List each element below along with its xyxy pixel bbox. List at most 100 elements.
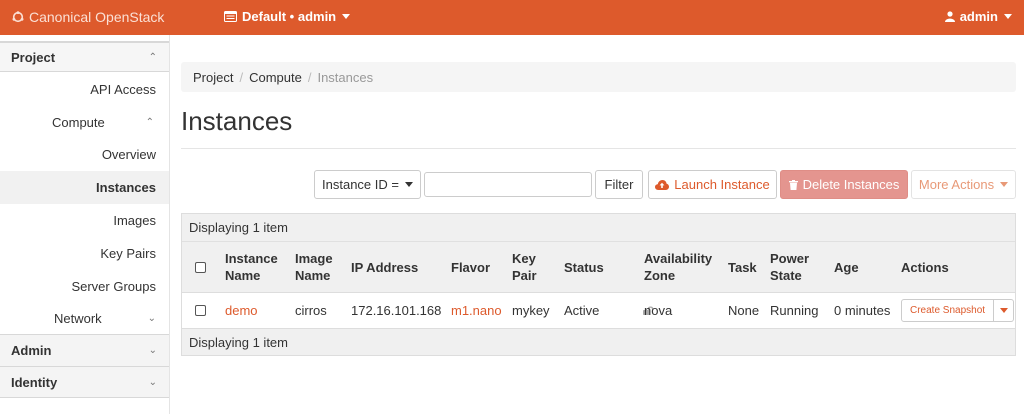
sidebar-item-overview[interactable]: Overview [0,138,169,171]
table-toolbar: Instance ID = Filter Launch Instance Del… [181,170,1016,200]
sidebar-section-identity[interactable]: Identity ⌄ [0,367,169,398]
sidebar-item-label: Network [54,311,102,326]
header-actions: Actions [901,259,949,275]
breadcrumb-compute[interactable]: Compute [249,70,302,85]
create-snapshot-button[interactable]: Create Snapshot [901,299,995,322]
header-availability-zone[interactable]: Availability Zone [644,242,724,292]
row-checkbox-cell [195,293,206,328]
chevron-down-icon: ⌄ [147,313,156,324]
launch-instance-button[interactable]: Launch Instance [648,170,777,199]
sidebar-item-api-access[interactable]: API Access [0,72,169,106]
instance-name-link[interactable]: demo [225,293,258,328]
chevron-up-icon: ⌃ [148,51,157,63]
image-name-cell: cirros [295,303,327,318]
sidebar-item-label: Images [113,213,156,228]
header-status[interactable]: Status [564,242,604,292]
sidebar-item-label: Server Groups [71,279,156,294]
availability-zone-cell: nova [644,303,673,318]
key-pair-cell: mykey [512,303,550,318]
sidebar-item-label: Overview [101,147,156,162]
delete-instances-label: Delete Instances [802,177,900,192]
header-age[interactable]: Age [834,242,859,292]
header-task[interactable]: Task [728,242,757,292]
chevron-down-icon [404,182,413,187]
breadcrumb-separator: / [307,69,312,85]
sidebar-section-label: Identity [11,374,58,390]
filter-input[interactable] [424,172,592,197]
task-cell: None [728,303,760,318]
sidebar-section-label: Admin [11,343,52,358]
sidebar-item-key-pairs[interactable]: Key Pairs [0,237,169,270]
header-flavor[interactable]: Flavor [451,242,490,292]
status-cell: Active [564,293,654,328]
sidebar-group-compute[interactable]: Compute ⌃ [0,106,169,138]
sidebar-item-server-groups[interactable]: Server Groups [0,270,169,303]
sidebar-item-instances[interactable]: Instances [0,171,169,204]
cloud-upload-icon [655,179,670,190]
breadcrumb-project[interactable]: Project [193,70,233,85]
flavor-link[interactable]: m1.nano [451,293,502,328]
trash-icon [788,179,798,190]
table-row: demo cirros 172.16.101.168 m1.nano mykey… [182,292,1015,328]
filter-button[interactable]: Filter [595,170,643,199]
sidebar-item-label: Key Pairs [100,246,156,261]
row-actions-group: Create Snapshot [901,299,1015,322]
sidebar-divider [0,35,169,42]
sidebar-item-label: Compute [52,114,105,130]
header-power-state[interactable]: Power State [770,242,815,292]
page-title: Instances [181,106,293,136]
select-all-checkbox[interactable] [195,261,206,273]
more-actions-label: More Actions [918,177,995,192]
breadcrumb-separator: / [239,69,244,85]
user-icon [944,11,955,22]
chevron-up-icon: ⌃ [145,116,154,128]
sidebar-section-admin[interactable]: Admin ⌄ [0,334,169,367]
launch-instance-label: Launch Instance [674,177,770,192]
brand-name: Canonical OpenStack [29,9,165,25]
title-divider [181,148,1016,149]
openstack-logo-icon [12,11,24,23]
user-menu[interactable]: admin [944,9,1012,24]
select-all-checkbox-cell [195,242,206,292]
table-header-row: Instance Name Image Name IP Address Flav… [182,241,1015,292]
chevron-down-icon: ⌄ [148,345,157,356]
row-actions-dropdown[interactable] [994,299,1015,322]
row-checkbox[interactable] [195,305,206,316]
header-ip-address[interactable]: IP Address [351,242,418,292]
header-key-pair[interactable]: Key Pair [512,242,547,292]
more-actions-dropdown[interactable]: More Actions [911,170,1016,199]
filter-button-label: Filter [604,177,634,192]
age-cell: 0 minutes [834,303,891,318]
filter-field-label: Instance ID = [322,177,399,192]
chevron-down-icon [1004,14,1012,19]
chevron-down-icon [1000,182,1009,187]
filter-field-dropdown[interactable]: Instance ID = [314,170,421,199]
project-context-icon [224,11,237,22]
sidebar-section-label: Project [11,49,56,65]
chevron-down-icon [1000,308,1009,313]
user-name: admin [959,9,998,24]
sidebar-section-project[interactable]: Project ⌃ [0,42,169,72]
chevron-down-icon [342,14,351,19]
sidebar-group-network[interactable]: Network ⌄ [0,303,169,334]
sidebar-item-label: Instances [96,180,156,195]
instances-table: Displaying 1 item Instance Name Image Na… [181,213,1016,356]
delete-instances-button[interactable]: Delete Instances [780,170,908,199]
status-text: Active [564,303,600,318]
top-navbar: Canonical OpenStack Default • admin admi… [0,0,1024,35]
project-context-label: Default • admin [242,9,337,24]
breadcrumb-current: Instances [317,69,374,85]
chevron-down-icon: ⌄ [148,376,157,388]
brand-logo[interactable]: Canonical OpenStack [12,9,164,25]
header-image-name[interactable]: Image Name [295,242,340,292]
table-caption: Displaying 1 item [182,214,1015,241]
sidebar-item-images[interactable]: Images [0,204,169,237]
sidebar-item-label: API Access [90,81,156,97]
sidebar: Project ⌃ API Access Compute ⌃ Overview … [0,35,170,414]
project-context-dropdown[interactable]: Default • admin [224,9,351,24]
breadcrumb: Project / Compute / Instances [181,62,1016,92]
header-instance-name[interactable]: Instance Name [225,242,285,292]
ip-address-cell: 172.16.101.168 [351,303,442,318]
power-state-cell: Running [770,303,819,318]
table-footer: Displaying 1 item [182,328,1015,355]
